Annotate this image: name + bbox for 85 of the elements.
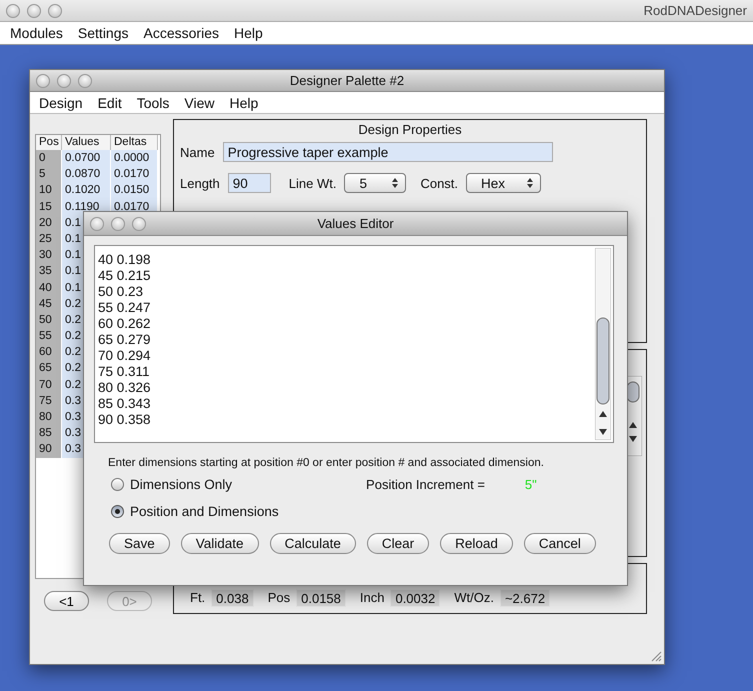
minimize-button[interactable]	[27, 4, 41, 18]
table-cell: 60	[36, 344, 62, 360]
construction-select[interactable]: Hex	[466, 173, 542, 193]
menu-item[interactable]: Tools	[130, 94, 178, 110]
zoom-button[interactable]	[48, 4, 62, 18]
stepper-icon	[526, 177, 534, 189]
table-cell: 0	[36, 150, 62, 166]
minimize-button[interactable]	[57, 74, 71, 88]
dialog-button[interactable]: Calculate	[270, 533, 356, 554]
menu-item[interactable]: Edit	[92, 94, 131, 110]
menu-item[interactable]: Design	[33, 94, 92, 110]
nav-button[interactable]: <1	[44, 591, 89, 611]
readout-field: 0.0032	[390, 589, 440, 607]
stepper-icon	[391, 177, 400, 189]
increment-value: 5"	[524, 477, 537, 492]
instruction-text: Enter dimensions starting at position #0 or enter position # and associated dimension.	[108, 457, 545, 469]
radio-option[interactable]: Position and Dimensions	[111, 504, 279, 519]
app-title: RodDNADesigner	[644, 3, 747, 18]
table-cell: 10	[36, 182, 62, 199]
table-cell: 0.0000	[111, 150, 158, 166]
table-cell: 80	[36, 409, 62, 426]
column-header[interactable]: Pos	[36, 135, 62, 151]
table-cell: 0.0700	[62, 150, 111, 166]
minimize-button[interactable]	[111, 216, 125, 230]
table-cell: 0.0150	[111, 182, 158, 199]
column-header[interactable]: Values	[62, 135, 111, 151]
panel-title: Design Properties	[357, 122, 463, 137]
field-label: Name	[180, 144, 215, 160]
field-label: Length	[180, 176, 220, 190]
table-cell: 30	[36, 247, 62, 264]
window-title: Designer Palette #2	[290, 73, 404, 88]
table-cell: 25	[36, 230, 62, 248]
readout-field: 0.0158	[296, 589, 346, 607]
text-area[interactable]: 40 0.198 45 0.215 50 0.23 55 0.247 60 0.262 65 0.279 70 0.294 75 0.311 80 0.326 85 0.343 90 0.358	[94, 245, 614, 443]
table-cell: 55	[36, 328, 62, 344]
increment-label: Position Increment =	[366, 477, 485, 492]
table-cell: 90	[36, 441, 62, 458]
menu-item[interactable]: Accessories	[138, 25, 228, 41]
table-cell: 0.0170	[111, 166, 158, 182]
readout-label: Pos	[268, 589, 290, 607]
table-cell: 40	[36, 280, 62, 296]
menu-item[interactable]: Help	[224, 94, 268, 110]
table-cell: 65	[36, 360, 62, 377]
readout-label: Wt/Oz.	[454, 589, 494, 607]
close-button[interactable]	[36, 74, 50, 88]
radio-option[interactable]: Dimensions Only	[111, 477, 232, 492]
table-cell: 0.1020	[62, 182, 111, 199]
resize-grip-icon[interactable]	[651, 651, 662, 662]
dialog-button[interactable]: Validate	[180, 533, 259, 554]
field-label: Line Wt.	[288, 176, 336, 190]
readout-field: ~2.672	[500, 589, 550, 607]
dialog-button[interactable]: Reload	[440, 533, 513, 554]
radio-icon[interactable]	[111, 478, 124, 491]
name-field[interactable]: Progressive taper example	[222, 142, 553, 162]
table-cell: 5	[36, 166, 62, 182]
line-weight-select[interactable]: 5	[344, 173, 406, 193]
window-title: Values Editor	[317, 216, 394, 231]
zoom-button[interactable]	[132, 216, 146, 230]
column-header[interactable]: Deltas	[111, 135, 158, 151]
close-button[interactable]	[6, 4, 20, 18]
menu-item[interactable]: Help	[228, 25, 272, 41]
table-cell: 15	[36, 198, 62, 215]
table-cell: 70	[36, 376, 62, 393]
dialog-button[interactable]: Clear	[366, 533, 430, 554]
table-cell: 0.0870	[62, 166, 111, 182]
table-cell: 45	[36, 296, 62, 312]
table-cell: 85	[36, 425, 62, 442]
radio-icon[interactable]	[111, 505, 124, 518]
table-cell: 35	[36, 263, 62, 280]
menu-item[interactable]: Settings	[72, 25, 138, 41]
table-cell: 20	[36, 214, 62, 231]
close-button[interactable]	[90, 216, 104, 230]
table-cell: 50	[36, 312, 62, 328]
table-cell: 75	[36, 392, 62, 409]
menu-item[interactable]: View	[178, 94, 224, 110]
readout-label: Ft.	[190, 589, 206, 607]
zoom-button[interactable]	[78, 74, 92, 88]
menu-item[interactable]: Modules	[4, 25, 72, 41]
readout-label: Inch	[360, 589, 384, 607]
dialog-button[interactable]: Save	[109, 533, 170, 554]
readout-field: 0.038	[211, 589, 254, 607]
field-label: Const.	[420, 176, 458, 190]
dialog-button[interactable]: Cancel	[524, 533, 596, 554]
length-field[interactable]: 90	[228, 173, 271, 193]
scroll-bar[interactable]	[595, 248, 611, 440]
